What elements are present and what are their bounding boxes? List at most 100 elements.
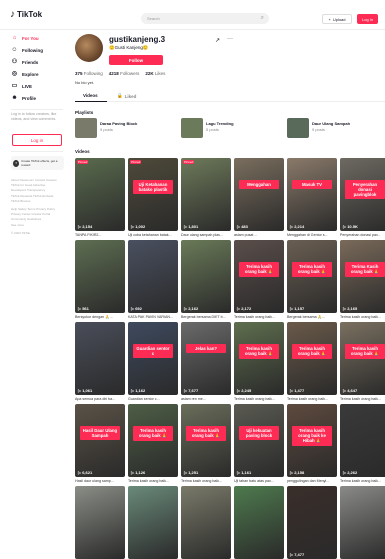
search-icon[interactable]: ⌕ xyxy=(261,15,264,22)
view-count: ▷ 7,677 xyxy=(184,388,199,393)
tab-videos[interactable]: Videos xyxy=(83,93,98,98)
video-card[interactable]: Terima kasih orang baik 🙏 ▷ 1,157 Bergerak… xyxy=(287,240,337,319)
video-card[interactable]: ▷ 2,162 Bergerak bersama DIET b... xyxy=(181,240,231,319)
upload-button[interactable]: + Upload xyxy=(322,14,352,24)
video-thumbnail[interactable]: Terima kasih orang baik 🙏 ▷ 4,647 xyxy=(340,322,385,395)
search-input[interactable]: Search ⌕ xyxy=(141,13,269,24)
follow-button[interactable]: Follow xyxy=(109,55,163,65)
video-thumbnail[interactable]: Terima kasih orang baik 🙏 ▷ 1,251 xyxy=(181,404,231,477)
tab-liked[interactable]: 🔒 Liked xyxy=(117,93,136,99)
video-card[interactable]: Pinned ▷ 2,154 TANPA FIKIR2... xyxy=(75,158,125,237)
more-icon[interactable]: ··· xyxy=(227,36,233,42)
video-thumbnail[interactable]: Terima kasih orang baik 🙏 ▷ 1,126 xyxy=(128,404,178,477)
avatar[interactable] xyxy=(75,34,103,62)
effect-banner[interactable]: ✦ Create TikTok effects, get a reward xyxy=(11,156,64,170)
video-card[interactable]: Jelas kan? ▷ 7,677 aslam ren me... xyxy=(181,322,231,401)
sidebar-item-explore[interactable]: ◎ Explore xyxy=(11,71,39,78)
video-thumbnail[interactable]: Terima Kasih orang baik 🙏 ▷ 2,165 xyxy=(340,240,385,313)
video-card[interactable]: Terima kasih orang baik 🙏 ▷ 4,647 Terima k… xyxy=(340,322,385,401)
video-thumbnail[interactable]: Guardian sentor c ▷ 1,162 xyxy=(128,322,178,395)
sidebar-item-live[interactable]: ▭ LIVE xyxy=(11,83,32,90)
video-card[interactable]: ▷ 561 Bersyukur dengan 🙏... xyxy=(75,240,125,319)
videos-title: Videos xyxy=(75,149,90,154)
video-card[interactable] xyxy=(181,486,231,559)
video-card[interactable]: Menggahan ▷ 483 aslam pusat ... xyxy=(234,158,284,237)
sidebar-item-friends[interactable]: ⚇ Friends xyxy=(11,59,38,66)
sidebar-item-following[interactable]: ☺ Following xyxy=(11,47,43,54)
video-card[interactable]: ▷ 1,061 Apa semua para diri ba... xyxy=(75,322,125,401)
video-thumbnail[interactable]: ▷ 7,477 xyxy=(287,486,337,559)
video-thumbnail[interactable]: Menggahan ▷ 483 xyxy=(234,158,284,231)
video-thumbnail[interactable]: ▷ 561 xyxy=(75,240,125,313)
video-thumbnail[interactable] xyxy=(234,486,284,559)
video-card[interactable] xyxy=(75,486,125,559)
video-card[interactable]: Terima kasih orang baik 🙏 ▷ 1,126 Terima k… xyxy=(128,404,178,483)
video-card[interactable]: Terima kasih orang baik 🙏 ▷ 2,172 Terima k… xyxy=(234,240,284,319)
video-thumbnail[interactable]: Pinned ▷ 2,154 xyxy=(75,158,125,231)
video-card[interactable]: ▷ 692 KATA PAK PAVIN VARIAN... xyxy=(128,240,178,319)
video-card[interactable]: Terima Kasih orang baik 🙏 ▷ 2,165 Terima k… xyxy=(340,240,385,319)
view-count: ▷ 2,162 xyxy=(184,306,199,311)
video-card[interactable]: Hasil Daur Ulang Sampah ▷ 6,621 Hasil daur… xyxy=(75,404,125,483)
video-caption: Uji tahan batu atas pav... xyxy=(234,479,274,483)
video-thumbnail[interactable]: Uji kekuatan paving block ▷ 1,161 xyxy=(234,404,284,477)
video-overlay-text: Terima Kasih orang baik 🙏 xyxy=(345,262,385,277)
video-card[interactable]: ▷ 2,262 Terima kasih orang baik... xyxy=(340,404,385,483)
video-card[interactable]: Pinned Uji Ketahanan batako plastik ▷ 1,00… xyxy=(128,158,178,237)
video-thumbnail[interactable] xyxy=(128,486,178,559)
profile-bio: No bio yet. xyxy=(75,80,95,85)
video-thumbnail[interactable]: Terima kasih orang baik 🙏 ▷ 1,477 xyxy=(287,322,337,395)
video-thumbnail[interactable] xyxy=(181,486,231,559)
video-card[interactable]: Terima kasih orang baik ke Hibah 🙏 ▷ 2,15… xyxy=(287,404,337,483)
video-card[interactable]: Masuk TV ▷ 2,214 Menggahan di Gentor s... xyxy=(287,158,337,237)
view-count: ▷ 2,214 xyxy=(290,224,305,229)
video-thumbnail[interactable]: ▷ 2,162 xyxy=(181,240,231,313)
video-card[interactable] xyxy=(340,486,385,559)
video-caption: Terima kasih orang baik... xyxy=(340,315,381,319)
video-card[interactable]: Penyerahan donasi pavingblok ▷ 10.5K Penye… xyxy=(340,158,385,237)
video-card[interactable]: Terima kasih orang baik 🙏 ▷ 1,251 Terima k… xyxy=(181,404,231,483)
footer-links[interactable]: About Newsroom Contact Careers TikTok fo… xyxy=(11,178,64,236)
video-thumbnail[interactable]: Penyerahan donasi pavingblok ▷ 10.5K xyxy=(340,158,385,231)
video-thumbnail[interactable]: Jelas kan? ▷ 7,677 xyxy=(181,322,231,395)
video-thumbnail[interactable]: Masuk TV ▷ 2,214 xyxy=(287,158,337,231)
video-caption: TANPA FIKIR2... xyxy=(75,233,102,237)
video-card[interactable] xyxy=(234,486,284,559)
video-card[interactable] xyxy=(128,486,178,559)
video-card[interactable]: Guardian sentor c ▷ 1,162 Guardian sentor … xyxy=(128,322,178,401)
video-thumbnail[interactable]: Pinned ▷ 1,801 xyxy=(181,158,231,231)
video-thumbnail[interactable]: ▷ 1,061 xyxy=(75,322,125,395)
sidebar-item-profile[interactable]: ☻ Profile xyxy=(11,95,36,102)
video-thumbnail[interactable]: Terima kasih orang baik ke Hibah 🙏 ▷ 2,15… xyxy=(287,404,337,477)
video-card[interactable]: Pinned ▷ 1,801 Daur ulang sampah plas... xyxy=(181,158,231,237)
video-thumbnail[interactable]: Terima kasih orang baik 🙏 ▷ 1,157 xyxy=(287,240,337,313)
share-icon[interactable]: ↗ xyxy=(215,37,220,44)
video-card[interactable]: Uji kekuatan paving block ▷ 1,161 Uji taha… xyxy=(234,404,284,483)
video-card[interactable]: ▷ 7,477 xyxy=(287,486,337,559)
playlist-card[interactable]: Daur Ulang Sampah 9 posts xyxy=(287,118,385,138)
video-thumbnail[interactable]: ▷ 2,262 xyxy=(340,404,385,477)
video-overlay-text: Penyerahan donasi pavingblok xyxy=(345,180,385,199)
view-count: ▷ 1,801 xyxy=(184,224,199,229)
view-count: ▷ 2,158 xyxy=(290,470,305,475)
video-thumbnail[interactable] xyxy=(75,486,125,559)
video-thumbnail[interactable]: Terima kasih orang baik 🙏 ▷ 2,172 xyxy=(234,240,284,313)
playlist-card[interactable]: Lagu Trending 5 posts xyxy=(181,118,281,138)
video-thumbnail[interactable]: ▷ 692 xyxy=(128,240,178,313)
video-thumbnail[interactable]: Pinned Uji Ketahanan batako plastik ▷ 1,00… xyxy=(128,158,178,231)
video-thumbnail[interactable]: Terima kasih orang baik 🙏 ▷ 2,245 xyxy=(234,322,284,395)
video-thumbnail[interactable]: Hasil Daur Ulang Sampah ▷ 6,621 xyxy=(75,404,125,477)
tiktok-logo[interactable]: ♪ TikTok xyxy=(10,9,42,20)
video-thumbnail[interactable] xyxy=(340,486,385,559)
video-overlay-text: Uji kekuatan paving block xyxy=(239,426,279,440)
view-count: ▷ 1,157 xyxy=(290,306,305,311)
video-caption: Terima kasih orang baik... xyxy=(287,397,328,401)
sidebar-item-for-you[interactable]: ⌂ For You xyxy=(11,35,39,42)
login-button[interactable]: Log in xyxy=(357,14,378,24)
view-count: ▷ 2,172 xyxy=(237,306,252,311)
video-card[interactable]: Terima kasih orang baik 🙏 ▷ 2,245 Terima k… xyxy=(234,322,284,401)
sidebar-login-button[interactable]: Log in xyxy=(12,134,62,146)
video-caption: Uji coba ketahanan batak... xyxy=(128,233,172,237)
playlist-card[interactable]: Daraa Paving Block 9 posts xyxy=(75,118,175,138)
video-card[interactable]: Terima kasih orang baik 🙏 ▷ 1,477 Terima k… xyxy=(287,322,337,401)
